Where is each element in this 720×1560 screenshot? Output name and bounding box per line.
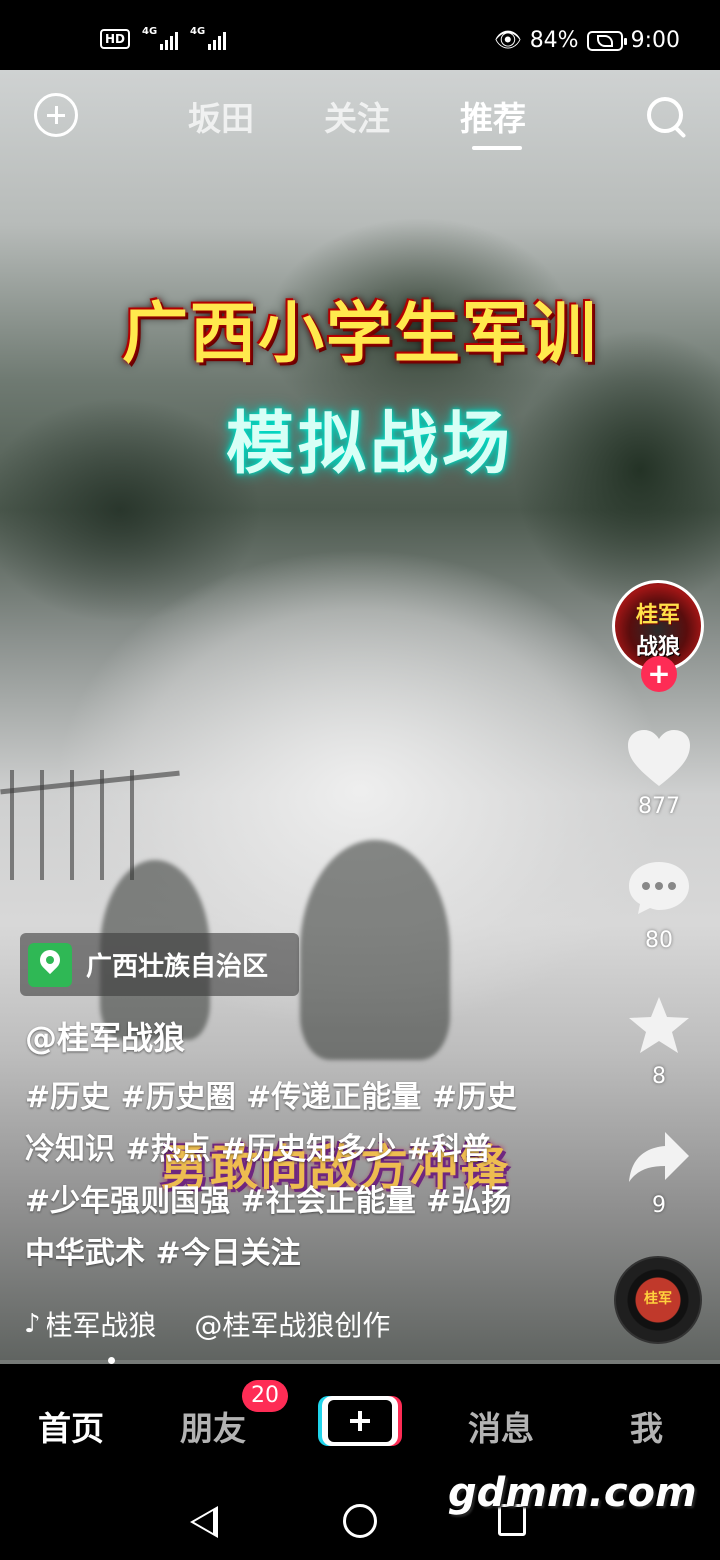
avatar-text-top: 桂军 — [635, 603, 680, 628]
search-icon[interactable] — [645, 95, 689, 139]
tab-recommended[interactable]: 推荐 — [460, 92, 526, 140]
music-disc[interactable]: 桂军 — [614, 1256, 702, 1344]
eye-icon: 👁 — [493, 28, 522, 53]
share-arrow-icon[interactable] — [627, 1130, 691, 1184]
signal-icon: 4G — [190, 26, 227, 50]
favorite-count: 8 — [652, 1064, 666, 1089]
disc-label: 桂军 — [644, 1291, 672, 1307]
location-pin-icon — [28, 942, 72, 987]
friends-badge: 20 — [242, 1380, 288, 1412]
music-track: 桂军战狼 — [46, 1309, 157, 1342]
video-figure — [300, 840, 450, 1060]
battery-percent: 84% — [529, 28, 579, 53]
video-title-line2: 模拟战场 — [225, 405, 514, 484]
tab-following[interactable]: 关注 — [324, 92, 390, 140]
back-triangle-icon[interactable] — [190, 1506, 218, 1538]
like-heart-icon[interactable] — [626, 728, 692, 788]
active-tab-indicator — [472, 146, 522, 150]
nav-me[interactable]: 我 — [630, 1402, 663, 1450]
hd-badge: HD — [100, 29, 131, 49]
nav-messages[interactable]: 消息 — [468, 1402, 534, 1450]
bottom-nav: 首页 朋友 20 消息 我 — [0, 1364, 720, 1464]
video-progress-handle[interactable] — [108, 1357, 115, 1364]
comment-count: 80 — [645, 928, 673, 953]
signal-icon: 4G — [142, 26, 179, 50]
leaf-icon — [596, 34, 613, 47]
share-count: 9 — [652, 1193, 666, 1218]
author-name[interactable]: @桂军战狼 — [25, 1013, 185, 1059]
clock: 9:00 — [630, 28, 680, 53]
nav-friends[interactable]: 朋友 — [180, 1402, 246, 1450]
like-count: 877 — [638, 794, 680, 819]
status-bar: HD 4G 4G 👁 84% 9:00 — [0, 0, 720, 70]
tab-city[interactable]: 坂田 — [188, 92, 254, 140]
location-tag[interactable]: 广西壮族自治区 — [20, 933, 299, 996]
nav-home[interactable]: 首页 — [38, 1402, 104, 1450]
location-label: 广西壮族自治区 — [86, 952, 269, 982]
post-description: #历史 #历史圈 #传递正能量 #历史冷知识 #热点 #历史知多少 #科普 #少… — [25, 1080, 517, 1271]
signal-indicators: HD 4G 4G — [100, 26, 227, 50]
favorite-star-icon[interactable] — [627, 995, 691, 1055]
top-tabs: 坂田 关注 推荐 — [0, 92, 720, 152]
music-original-sound: @桂军战狼创作 — [194, 1309, 391, 1342]
home-circle-icon[interactable] — [343, 1504, 377, 1538]
status-right: 👁 84% 9:00 — [494, 28, 680, 53]
plus-icon — [328, 1400, 392, 1442]
create-button[interactable] — [322, 1396, 398, 1446]
music-note-icon: ♪ — [24, 1309, 41, 1339]
video-title-line1: 广西小学生军训 — [122, 295, 598, 372]
follow-button[interactable]: + — [641, 656, 677, 692]
music-ticker[interactable]: ♪ 桂军战狼 @桂军战狼创作 — [24, 1304, 404, 1344]
battery-icon — [586, 30, 627, 51]
comment-icon[interactable] — [627, 860, 691, 916]
watermark: gdmm.com — [448, 1470, 697, 1516]
